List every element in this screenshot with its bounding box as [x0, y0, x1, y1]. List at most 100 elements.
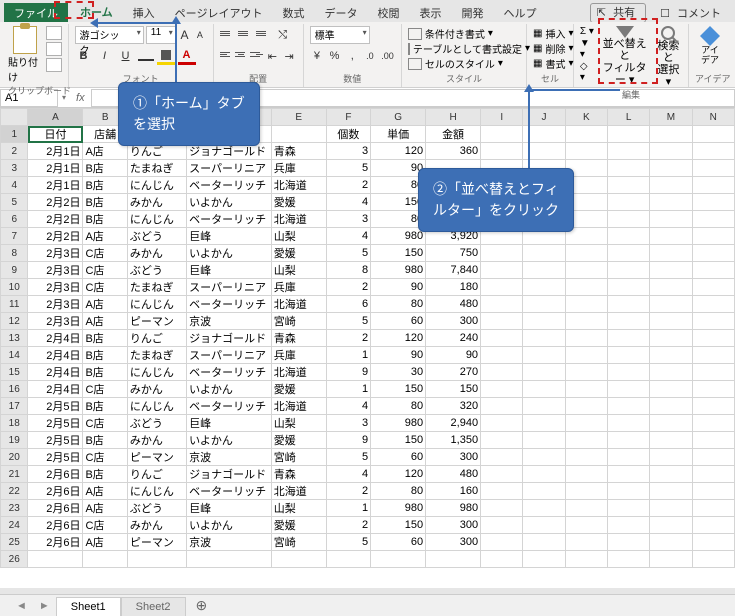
cell[interactable]	[607, 534, 649, 551]
cell[interactable]: いよかん	[187, 517, 272, 534]
cell[interactable]	[607, 500, 649, 517]
delete-cells-button[interactable]: ▦ 削除 ▾	[533, 41, 567, 56]
percent-format-button[interactable]: %	[327, 47, 342, 65]
fx-icon[interactable]: fx	[70, 92, 91, 104]
font-color-button[interactable]: A	[178, 47, 196, 65]
row-header[interactable]: 19	[1, 432, 28, 449]
cell[interactable]: 個数	[326, 126, 370, 143]
cell[interactable]	[371, 551, 426, 568]
cell[interactable]	[650, 415, 692, 432]
col-header-K[interactable]: K	[565, 109, 607, 126]
cell[interactable]	[692, 449, 734, 466]
cell[interactable]	[692, 160, 734, 177]
row-header[interactable]: 26	[1, 551, 28, 568]
font-name-dropdown[interactable]: 游ゴシック	[75, 26, 144, 44]
row-header[interactable]: 21	[1, 466, 28, 483]
cell[interactable]: 北海道	[271, 211, 326, 228]
cell[interactable]: 4	[326, 228, 370, 245]
cell[interactable]: 単価	[371, 126, 426, 143]
number-format-dropdown[interactable]: 標準	[310, 26, 370, 44]
cell[interactable]: A店	[83, 483, 127, 500]
cell[interactable]	[565, 364, 607, 381]
cell[interactable]: B店	[83, 347, 127, 364]
cell[interactable]	[692, 398, 734, 415]
cell[interactable]: 9	[326, 432, 370, 449]
cell[interactable]: A店	[83, 228, 127, 245]
autosum-button[interactable]: Σ ▾	[580, 26, 595, 37]
cell[interactable]: B店	[83, 466, 127, 483]
cell[interactable]	[481, 551, 523, 568]
cell[interactable]: 6	[326, 296, 370, 313]
cell[interactable]: 2月3日	[28, 245, 83, 262]
align-left-button[interactable]	[220, 47, 233, 61]
cell[interactable]	[650, 177, 692, 194]
cell[interactable]	[692, 364, 734, 381]
cell[interactable]	[565, 534, 607, 551]
fill-button[interactable]: ▼ ▾	[580, 38, 595, 60]
cell[interactable]	[650, 551, 692, 568]
cell[interactable]	[565, 551, 607, 568]
cell[interactable]: 2月1日	[28, 143, 83, 160]
cell[interactable]	[607, 262, 649, 279]
cell[interactable]	[481, 126, 523, 143]
cell[interactable]	[650, 381, 692, 398]
cell[interactable]: りんご	[127, 330, 186, 347]
cell[interactable]: ジョナゴールド	[187, 466, 272, 483]
cell[interactable]	[650, 296, 692, 313]
cell[interactable]: A店	[83, 313, 127, 330]
cell[interactable]: 2月5日	[28, 432, 83, 449]
cell[interactable]	[692, 347, 734, 364]
cell[interactable]	[692, 483, 734, 500]
row-header[interactable]: 13	[1, 330, 28, 347]
comma-format-button[interactable]: ,	[345, 47, 360, 65]
cell[interactable]: 5	[326, 245, 370, 262]
row-header[interactable]: 18	[1, 415, 28, 432]
cell[interactable]: 2月6日	[28, 517, 83, 534]
format-cells-button[interactable]: ▦ 書式 ▾	[533, 56, 567, 71]
cell[interactable]	[607, 143, 649, 160]
cell[interactable]: 1	[326, 381, 370, 398]
cell[interactable]: 2	[326, 177, 370, 194]
cell[interactable]: 300	[426, 313, 481, 330]
cell[interactable]	[481, 398, 523, 415]
cell[interactable]	[692, 330, 734, 347]
cell[interactable]	[481, 466, 523, 483]
cell[interactable]	[650, 194, 692, 211]
cell[interactable]: にんじん	[127, 483, 186, 500]
cell[interactable]: 3	[326, 415, 370, 432]
cell[interactable]: ぶどう	[127, 228, 186, 245]
cell[interactable]: 兵庫	[271, 279, 326, 296]
cell[interactable]	[650, 483, 692, 500]
cell[interactable]: 5	[326, 313, 370, 330]
cell[interactable]	[565, 415, 607, 432]
cell[interactable]	[692, 279, 734, 296]
cell[interactable]: 5	[326, 534, 370, 551]
cell[interactable]: 2月3日	[28, 279, 83, 296]
accounting-format-button[interactable]: ¥	[310, 47, 325, 65]
cell[interactable]: ぶどう	[127, 500, 186, 517]
cell[interactable]	[692, 517, 734, 534]
tab-developer[interactable]: 開発	[451, 3, 493, 23]
comment-button[interactable]: ☐ コメント	[656, 3, 729, 23]
cell[interactable]	[523, 262, 565, 279]
row-header[interactable]: 22	[1, 483, 28, 500]
select-all-corner[interactable]	[1, 109, 28, 126]
cell[interactable]: 90	[426, 347, 481, 364]
cell[interactable]	[607, 313, 649, 330]
insert-cells-button[interactable]: ▦ 挿入 ▾	[533, 26, 567, 41]
cell[interactable]: ベーターリッチ	[187, 211, 272, 228]
cell[interactable]	[692, 466, 734, 483]
decrease-decimal-button[interactable]: .00	[380, 47, 395, 65]
cell[interactable]	[481, 449, 523, 466]
increase-font-button[interactable]: A	[178, 26, 191, 44]
cell[interactable]: 2	[326, 330, 370, 347]
cell[interactable]: C店	[83, 279, 127, 296]
cell[interactable]: みかん	[127, 517, 186, 534]
cell[interactable]	[565, 432, 607, 449]
cell[interactable]: 30	[371, 364, 426, 381]
cell[interactable]	[607, 517, 649, 534]
cell[interactable]: 300	[426, 534, 481, 551]
cell[interactable]: スーパーリニア	[187, 279, 272, 296]
cell[interactable]	[650, 534, 692, 551]
cell[interactable]: 宮崎	[271, 313, 326, 330]
